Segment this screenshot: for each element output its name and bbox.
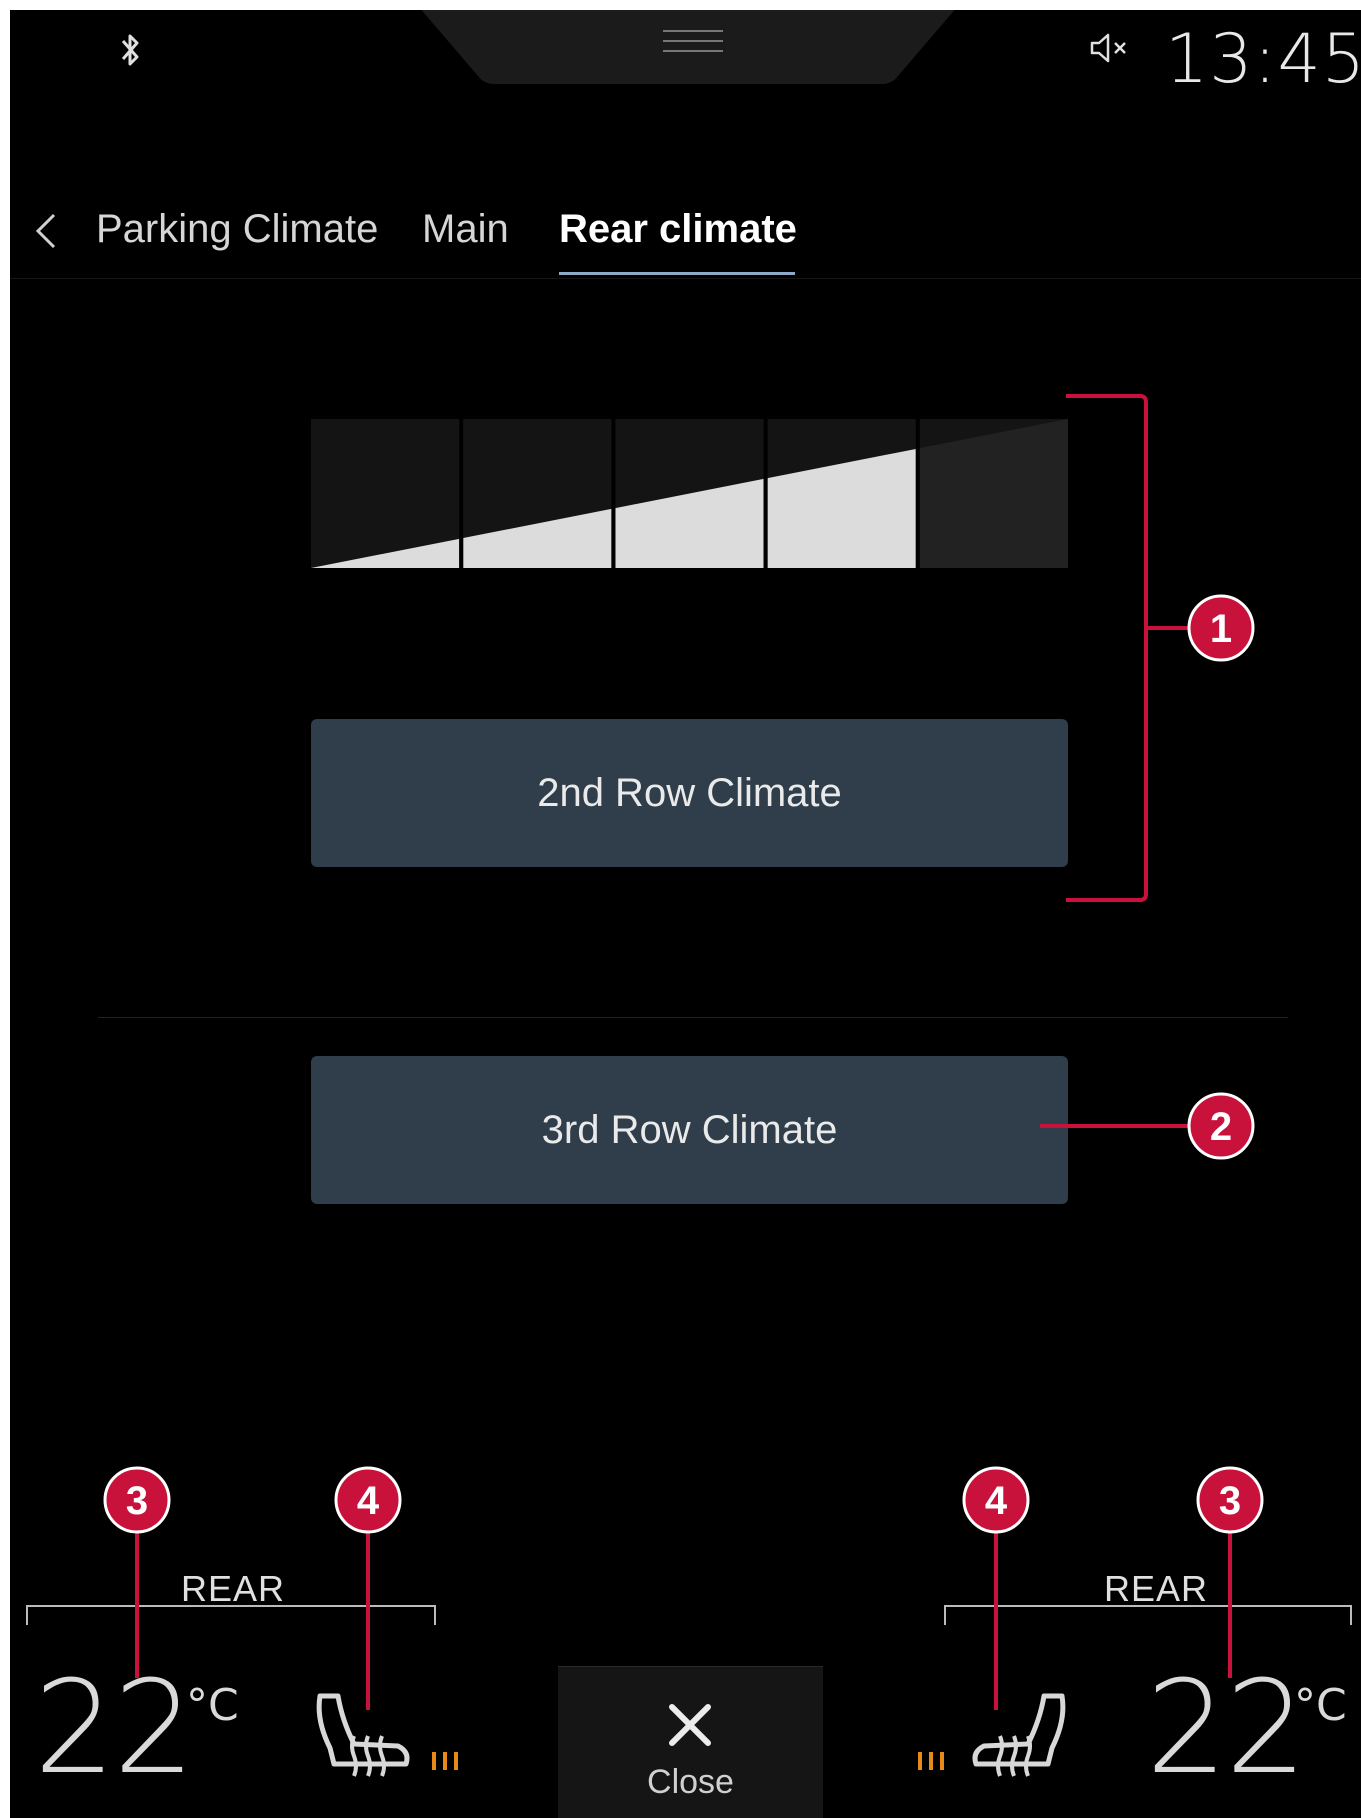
clock: 13:45 <box>1165 20 1361 99</box>
heat-bar-1 <box>918 1752 922 1770</box>
callout-4-right-badge <box>962 1466 1030 1534</box>
fan-segment-divider <box>763 419 768 568</box>
callout-1-number: 1 <box>1210 607 1232 651</box>
fan-segment-divider <box>915 419 920 568</box>
rear-zone-bracket-left <box>26 1605 436 1625</box>
seat-heat-level-left <box>432 1752 458 1770</box>
close-button[interactable]: Close <box>558 1666 823 1818</box>
fan-speed-slider[interactable] <box>311 419 1068 568</box>
mute-icon[interactable] <box>1090 32 1130 64</box>
callout-3-right-number: 3 <box>1219 1479 1241 1523</box>
heat-bar-3 <box>454 1752 458 1770</box>
seat-heat-right-icon[interactable] <box>968 1690 1068 1780</box>
tab-bar: Parking Climate Main Rear climate <box>10 205 1361 275</box>
back-chevron-icon[interactable] <box>24 205 64 257</box>
callout-3-left-number: 3 <box>126 1479 148 1523</box>
handle-line-3 <box>663 50 723 52</box>
callout-3-left-badge <box>103 1466 171 1534</box>
climate-screen: 13:45 Parking Climate Main Rear climate … <box>10 10 1361 1818</box>
callout-2-badge <box>1187 1092 1255 1160</box>
callout-4-left-number: 4 <box>357 1479 380 1523</box>
callout-3-right-badge <box>1196 1466 1264 1534</box>
third-row-climate-button[interactable]: 3rd Row Climate <box>311 1056 1068 1204</box>
top-drawer-handle[interactable] <box>418 10 958 84</box>
temperature-right[interactable]: 22 <box>1146 1665 1307 1793</box>
temperature-unit-left: °C <box>186 1680 239 1731</box>
annotation-overlay: 1 2 3 4 4 3 <box>10 10 1361 1818</box>
fan-segment-divider <box>611 419 616 568</box>
callout-4-left-badge <box>334 1466 402 1534</box>
callout-1-badge <box>1187 594 1255 662</box>
heat-bar-3 <box>940 1752 944 1770</box>
rear-zone-label-left: REAR <box>181 1568 286 1609</box>
heat-bar-1 <box>432 1752 436 1770</box>
tab-bar-divider <box>10 278 1361 279</box>
temperature-unit-right: °C <box>1294 1680 1347 1731</box>
callout-1-bracket <box>1066 394 1148 902</box>
close-label: Close <box>647 1763 734 1801</box>
active-tab-indicator <box>559 272 795 275</box>
temperature-left[interactable]: 22 <box>34 1665 195 1793</box>
rear-zone-label-right: REAR <box>1104 1568 1209 1609</box>
callout-4-right-number: 4 <box>985 1479 1008 1523</box>
bluetooth-icon <box>121 34 139 66</box>
heat-bar-2 <box>443 1752 447 1770</box>
heat-bar-2 <box>929 1752 933 1770</box>
seat-heat-level-right <box>918 1752 944 1770</box>
close-icon <box>669 1704 711 1746</box>
fan-segment-divider <box>459 419 464 568</box>
second-row-climate-button[interactable]: 2nd Row Climate <box>311 719 1068 867</box>
tab-main[interactable]: Main <box>422 207 509 252</box>
tab-parking-climate[interactable]: Parking Climate <box>96 207 378 252</box>
section-divider <box>98 1017 1288 1018</box>
seat-heat-left-icon[interactable] <box>314 1690 414 1780</box>
handle-line-1 <box>663 30 723 32</box>
tab-rear-climate[interactable]: Rear climate <box>559 207 797 252</box>
rear-zone-bracket-right <box>944 1605 1352 1625</box>
handle-line-2 <box>663 40 723 42</box>
callout-2-number: 2 <box>1210 1105 1232 1149</box>
